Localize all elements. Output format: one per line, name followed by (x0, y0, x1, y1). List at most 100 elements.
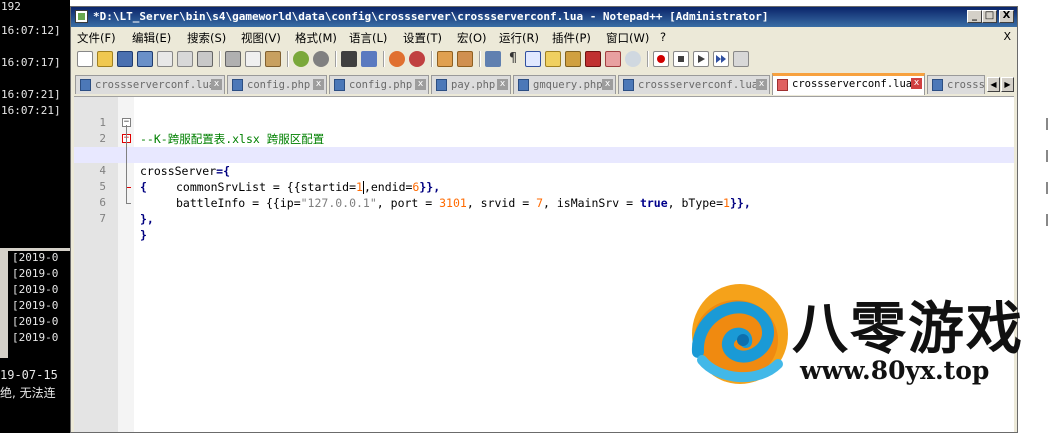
background-window-edge (1018, 0, 1048, 260)
tab-label: config.php (247, 79, 311, 91)
log-line: [2019-0 (12, 299, 59, 312)
find-icon[interactable] (341, 51, 357, 67)
play-macro-icon[interactable] (693, 51, 709, 67)
save-all-icon[interactable] (137, 51, 153, 67)
console-line: 16:07:21] (1, 104, 61, 117)
menu-language[interactable]: 语言(L) (349, 30, 387, 46)
tab-close-icon[interactable]: x (756, 79, 767, 90)
tab-label: config.php (349, 79, 413, 91)
tab-label: crossserverconf.lua (95, 79, 216, 91)
tab-pay-php[interactable]: pay.php x (431, 75, 511, 94)
tab-crossserverconf-active[interactable]: crossserverconf.lua x (772, 73, 925, 95)
udl-icon[interactable] (545, 51, 561, 67)
menu-edit[interactable]: 编辑(E) (132, 30, 171, 46)
save-macro-icon[interactable] (733, 51, 749, 67)
background-log-pane: [2019-0 [2019-0 [2019-0 [2019-0 [2019-0 … (0, 248, 70, 361)
function-list-icon[interactable] (585, 51, 601, 67)
indent-guide-icon[interactable] (525, 51, 541, 67)
close-file-icon[interactable] (157, 51, 173, 67)
console-line: 16:07:12] (1, 24, 61, 37)
tab-close-icon[interactable]: x (415, 79, 426, 90)
menu-file[interactable]: 文件(F) (77, 30, 116, 46)
tab-close-icon[interactable]: x (602, 79, 613, 90)
file-icon (232, 79, 243, 91)
close-all-icon[interactable] (177, 51, 193, 67)
copy-icon[interactable] (245, 51, 261, 67)
menu-run[interactable]: 运行(R) (499, 30, 539, 46)
tab-close-icon[interactable]: x (313, 79, 324, 90)
record-macro-icon[interactable] (653, 51, 669, 67)
menu-window[interactable]: 窗口(W) (606, 30, 649, 46)
line-number: 7 (99, 212, 106, 225)
console-line: 192 (1, 0, 21, 13)
undo-icon[interactable] (293, 51, 309, 67)
tab-gmquery-php[interactable]: gmquery.php x (513, 75, 616, 94)
open-file-icon[interactable] (97, 51, 113, 67)
folder-workspace-icon[interactable] (605, 51, 621, 67)
log-line: [2019-0 (12, 283, 59, 296)
title-bar[interactable]: *D:\LT_Server\bin\s4\gameworld\data\conf… (71, 7, 1017, 27)
file-icon (623, 79, 634, 91)
monitoring-eye-icon[interactable] (625, 51, 641, 67)
fold-guide-line (126, 125, 127, 203)
replace-icon[interactable] (361, 51, 377, 67)
tab-label: crossserverconf.lua (638, 79, 759, 91)
show-all-chars-icon[interactable]: ¶ (505, 51, 521, 67)
tab-scroll-left-icon[interactable]: ◀ (987, 77, 1000, 92)
console-line: 绝, 无法连 (0, 386, 56, 400)
log-line: [2019-0 (12, 315, 59, 328)
menu-macro[interactable]: 宏(O) (457, 30, 487, 46)
tab-close-icon[interactable]: x (211, 79, 222, 90)
menu-format[interactable]: 格式(M) (295, 30, 337, 46)
code-line-2[interactable]: 2 − crossServer={ (74, 115, 1014, 179)
new-file-icon[interactable] (77, 51, 93, 67)
doc-map-icon[interactable] (565, 51, 581, 67)
save-icon[interactable] (117, 51, 133, 67)
tab-bar: crossserverconf.lua x config.php x confi… (71, 73, 1017, 95)
file-icon (518, 79, 529, 91)
code-line-7[interactable]: 7 } (74, 195, 1014, 242)
file-icon (80, 79, 91, 91)
zoom-out-icon[interactable] (409, 51, 425, 67)
tab-config-php-1[interactable]: config.php x (227, 75, 327, 94)
tab-crossserverconf-3[interactable]: crossse (927, 75, 985, 94)
brand-name: 八零游戏 (792, 297, 1024, 362)
tab-close-icon[interactable]: x (911, 78, 922, 89)
code-line-3[interactable]: 3 − { (74, 131, 1014, 195)
menu-search[interactable]: 搜索(S) (187, 30, 226, 46)
word-wrap-icon[interactable] (485, 51, 501, 67)
print-icon[interactable] (197, 51, 213, 67)
sync-horizontal-icon[interactable] (457, 51, 473, 67)
tab-close-icon[interactable]: x (497, 79, 508, 90)
close-button[interactable]: X (999, 10, 1014, 23)
maximize-button[interactable]: □ (982, 10, 997, 23)
code-line-4-current[interactable]: 4 commonSrvList = {{startid=1,endid=6}}, (74, 147, 1014, 194)
minimize-button[interactable]: _ (967, 10, 982, 23)
paste-icon[interactable] (265, 51, 281, 67)
menu-help[interactable]: ? (660, 30, 666, 44)
close-document-button[interactable]: X (1003, 30, 1011, 43)
sync-vertical-icon[interactable] (437, 51, 453, 67)
tab-crossserverconf-2[interactable]: crossserverconf.lua x (618, 75, 770, 94)
menu-view[interactable]: 视图(V) (241, 30, 281, 46)
run-macro-multiple-icon[interactable] (713, 51, 729, 67)
console-line: 19-07-15 (0, 368, 58, 382)
fold-guide-end (126, 203, 131, 204)
zoom-in-icon[interactable] (389, 51, 405, 67)
stop-macro-icon[interactable] (673, 51, 689, 67)
tab-label: pay.php (451, 79, 496, 91)
menu-plugins[interactable]: 插件(P) (552, 30, 591, 46)
code-line-1[interactable]: 1 --K-跨服配置表.xlsx 跨服区配置 (74, 99, 1014, 146)
tab-crossserverconf-1[interactable]: crossserverconf.lua x (75, 75, 225, 94)
cut-icon[interactable] (225, 51, 241, 67)
code-line-6[interactable]: 6 }, (74, 179, 1014, 226)
background-console-bottom: 19-07-15 绝, 无法连 (0, 358, 70, 433)
tab-config-php-2[interactable]: config.php x (329, 75, 429, 94)
redo-icon[interactable] (313, 51, 329, 67)
log-line: [2019-0 (12, 251, 59, 264)
file-icon (436, 79, 447, 91)
brand-url: www.80yx.top (800, 356, 990, 385)
menu-settings[interactable]: 设置(T) (403, 30, 442, 46)
tab-scroll-right-icon[interactable]: ▶ (1001, 77, 1014, 92)
code-line-5[interactable]: 5 battleInfo = {{ip="127.0.0.1", port = … (74, 163, 1014, 210)
